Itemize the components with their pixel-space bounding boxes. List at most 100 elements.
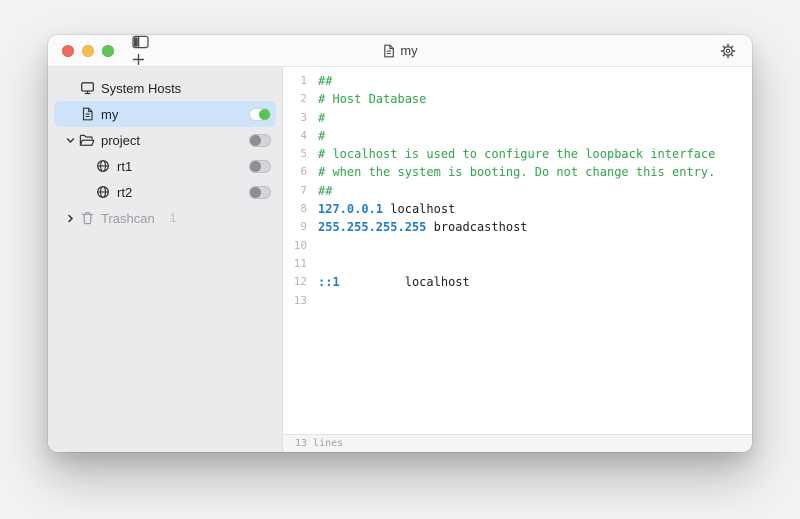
toggle-switch[interactable] (249, 186, 271, 199)
line-content[interactable]: ## (307, 72, 332, 90)
toggle-knob (250, 187, 261, 198)
add-button[interactable] (130, 51, 147, 68)
window-title-text: my (400, 43, 417, 58)
item-count-badge: 1 (170, 211, 177, 225)
code-segment-ip: 255.255.255.255 (318, 220, 426, 234)
editor[interactable]: 1##2# Host Database3#4#5# localhost is u… (283, 67, 752, 434)
sidebar-item-label: System Hosts (101, 81, 181, 96)
editor-line[interactable]: 7 ## (283, 182, 752, 200)
line-content[interactable] (307, 292, 318, 310)
monitor-icon (78, 81, 96, 95)
line-number: 2 (283, 90, 307, 108)
editor-line[interactable]: 11 (283, 255, 752, 273)
sidebar-item-trashcan[interactable]: Trashcan 1 (54, 205, 276, 231)
line-content[interactable] (307, 237, 318, 255)
editor-line[interactable]: 10 (283, 237, 752, 255)
document-icon (382, 44, 395, 58)
editor-line[interactable]: 3# (283, 109, 752, 127)
close-button[interactable] (62, 45, 74, 57)
sidebar-item-my[interactable]: my (54, 101, 276, 127)
code-segment-ip: 127.0.0.1 (318, 202, 383, 216)
code-segment-plain (426, 220, 433, 234)
sidebar-item-label: project (101, 133, 140, 148)
code-segment-ip: ::1 (318, 275, 340, 289)
window-title: my (382, 35, 417, 66)
editor-line[interactable]: 5 # localhost is used to configure the lo… (283, 145, 752, 163)
editor-line[interactable]: 9255.255.255.255 broadcasthost (283, 218, 752, 236)
sidebar-item-label: rt2 (117, 185, 132, 200)
code-segment-plain (340, 275, 405, 289)
toggle-switch[interactable] (249, 160, 271, 173)
document-icon (78, 107, 96, 121)
trash-icon (78, 211, 96, 225)
editor-line[interactable]: 13 (283, 292, 752, 310)
chevron-right-icon[interactable] (62, 214, 78, 223)
line-content[interactable]: ::1 localhost (307, 273, 470, 291)
sidebar-item-rt1[interactable]: rt1 (54, 153, 276, 179)
line-content[interactable]: # when the system is booting. Do not cha… (307, 163, 715, 181)
sidebar-toggle-icon (132, 35, 149, 49)
code-segment-comment: # localhost is used to configure the loo… (318, 147, 715, 161)
toggle-knob (250, 135, 261, 146)
line-number: 1 (283, 72, 307, 90)
code-segment-host: localhost (390, 202, 455, 216)
line-number: 5 (283, 145, 307, 163)
line-number: 10 (283, 237, 307, 255)
app-window: my System Hosts my project rt1 rt2 Trashcan 1 … (48, 35, 752, 452)
code-segment-comment: # (318, 129, 325, 143)
main-area: System Hostsmyprojectrt1rt2Trashcan1 1##… (48, 67, 752, 452)
sidebar-toggle-button[interactable] (130, 35, 151, 51)
settings-button[interactable] (718, 41, 738, 61)
sidebar-item-system-hosts[interactable]: System Hosts (54, 75, 276, 101)
editor-line[interactable]: 8127.0.0.1 localhost (283, 200, 752, 218)
toggle-knob (250, 161, 261, 172)
traffic-lights (62, 45, 114, 57)
line-content[interactable]: ## (307, 182, 332, 200)
plus-icon (132, 53, 145, 66)
chevron-down-icon[interactable] (62, 136, 78, 145)
line-content[interactable]: # (307, 127, 325, 145)
sidebar-item-label: rt1 (117, 159, 132, 174)
toggle-switch[interactable] (249, 108, 271, 121)
line-count-text: 13 lines (295, 438, 343, 449)
code-segment-comment: ## (318, 74, 332, 88)
line-number: 12 (283, 273, 307, 291)
line-number: 4 (283, 127, 307, 145)
sidebar-item-project[interactable]: project (54, 127, 276, 153)
editor-pane: 1##2# Host Database3#4#5# localhost is u… (283, 67, 752, 452)
line-content[interactable]: # Host Database (307, 90, 426, 108)
line-number: 8 (283, 200, 307, 218)
code-segment-comment: # Host Database (318, 92, 426, 106)
line-number: 13 (283, 292, 307, 310)
editor-line[interactable]: 4# (283, 127, 752, 145)
line-content[interactable]: # localhost is used to configure the loo… (307, 145, 715, 163)
toggle-switch[interactable] (249, 134, 271, 147)
sidebar: System Hosts my project rt1 rt2 Trashcan 1 (48, 67, 283, 452)
code-segment-host: localhost (405, 275, 470, 289)
line-number: 11 (283, 255, 307, 273)
sidebar-item-rt2[interactable]: rt2 (54, 179, 276, 205)
editor-line[interactable]: 6 # when the system is booting. Do not ch… (283, 163, 752, 181)
title-bar: my (48, 35, 752, 67)
sidebar-item-label: Trashcan (101, 211, 155, 226)
line-number: 7 (283, 182, 307, 200)
line-number: 6 (283, 163, 307, 181)
editor-line[interactable]: 1 ## (283, 72, 752, 90)
line-number: 3 (283, 109, 307, 127)
code-segment-comment: # (318, 111, 325, 125)
toggle-knob (259, 109, 270, 120)
status-bar: 13 lines (283, 434, 752, 452)
editor-line[interactable]: 2 # Host Database (283, 90, 752, 108)
code-segment-comment: ## (318, 184, 332, 198)
globe-icon (94, 159, 112, 173)
editor-line[interactable]: 12::1 localhost (283, 273, 752, 291)
line-content[interactable] (307, 255, 318, 273)
folder-icon (78, 134, 96, 147)
sidebar-item-label: my (101, 107, 118, 122)
minimize-button[interactable] (82, 45, 94, 57)
line-content[interactable]: # (307, 109, 325, 127)
line-content[interactable]: 255.255.255.255 broadcasthost (307, 218, 528, 236)
line-content[interactable]: 127.0.0.1 localhost (307, 200, 455, 218)
code-segment-comment: # when the system is booting. Do not cha… (318, 165, 715, 179)
zoom-button[interactable] (102, 45, 114, 57)
